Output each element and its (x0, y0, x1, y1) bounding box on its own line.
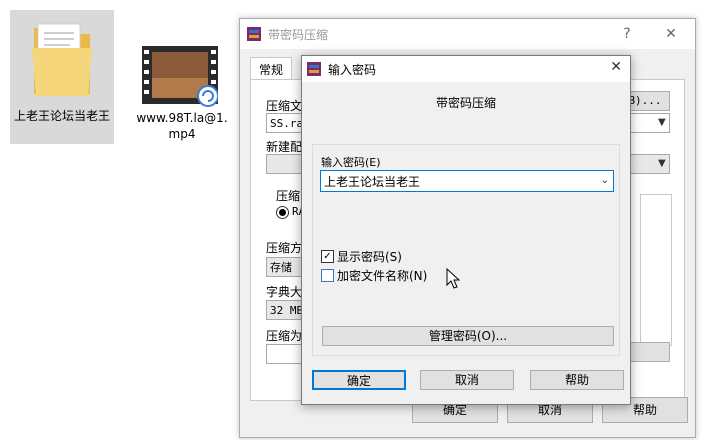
close-titlebar-button[interactable]: ✕ (660, 23, 682, 45)
password-label: 输入密码(E) (321, 156, 381, 169)
tab-general[interactable]: 常规 (250, 57, 293, 81)
folder-icon (32, 23, 92, 96)
show-password-checkbox[interactable]: ✓ (321, 250, 334, 263)
dialog-cancel-button[interactable]: 取消 (420, 370, 514, 390)
dictionary-value: 32 MB (270, 304, 304, 317)
browse-button-label: B)... (628, 94, 662, 107)
show-password-label: 显示密码(S) (337, 250, 402, 264)
radio-dot-icon (279, 209, 286, 216)
dialog-close-button[interactable]: ✕ (610, 59, 622, 75)
encrypt-names-label: 加密文件名称(N) (337, 269, 428, 283)
dictionary-label: 字典大 (266, 285, 303, 299)
chevron-down-icon[interactable]: ⌄ (601, 175, 609, 186)
manage-passwords-button[interactable]: 管理密码(O)... (322, 326, 614, 346)
folder-label: 上老王论坛当老王 (14, 109, 111, 123)
set-password-button[interactable] (630, 342, 670, 362)
chevron-down-icon: ▼ (658, 117, 666, 128)
encrypt-names-checkbox[interactable] (321, 269, 334, 282)
dialog-title: 输入密码 (328, 63, 377, 77)
window-titlebar: 带密码压缩 ? ✕ (240, 19, 695, 49)
profile-label: 新建配 (266, 140, 303, 154)
video-label: www.98T.la@1.mp4 (136, 111, 228, 141)
help-titlebar-button[interactable]: ? (616, 23, 638, 45)
format-group-label: 压缩 (276, 189, 301, 203)
rar-radio[interactable] (276, 206, 289, 219)
mouse-cursor-icon (446, 268, 461, 289)
split-field[interactable] (266, 344, 306, 364)
desktop-video-file[interactable]: www.98T.la@1.mp4 (130, 40, 234, 150)
archive-name-label: 压缩文 (266, 99, 303, 113)
method-dropdown[interactable]: 存储 (266, 257, 306, 277)
dialog-ok-button[interactable]: 确定 (312, 370, 406, 390)
desktop-folder[interactable]: 上老王论坛当老王 (10, 10, 114, 144)
dialog-heading: 带密码压缩 (435, 96, 496, 110)
split-label: 压缩为 (266, 329, 303, 343)
method-value: 存储 (270, 261, 292, 274)
dialog-help-button[interactable]: 帮助 (530, 370, 624, 390)
window-title: 带密码压缩 (268, 28, 329, 42)
archive-name-value: SS.ra (270, 117, 304, 130)
options-box (640, 194, 672, 346)
method-label: 压缩方 (266, 241, 303, 255)
chevron-down-icon: ▼ (658, 158, 666, 169)
video-thumbnail-icon (142, 46, 218, 107)
checkmark-icon: ✓ (323, 251, 332, 262)
password-combobox[interactable]: 上老王论坛当老王 ⌄ (320, 170, 614, 192)
enter-password-dialog: 输入密码 ✕ 带密码压缩 输入密码(E) 上老王论坛当老王 ⌄ ✓ 显示密码(S… (301, 55, 631, 405)
dictionary-dropdown[interactable]: 32 MB (266, 300, 306, 320)
dialog-titlebar: 输入密码 ✕ (302, 56, 630, 82)
password-value: 上老王论坛当老王 (324, 175, 421, 189)
winrar-icon (247, 27, 261, 41)
winrar-icon (307, 62, 321, 76)
